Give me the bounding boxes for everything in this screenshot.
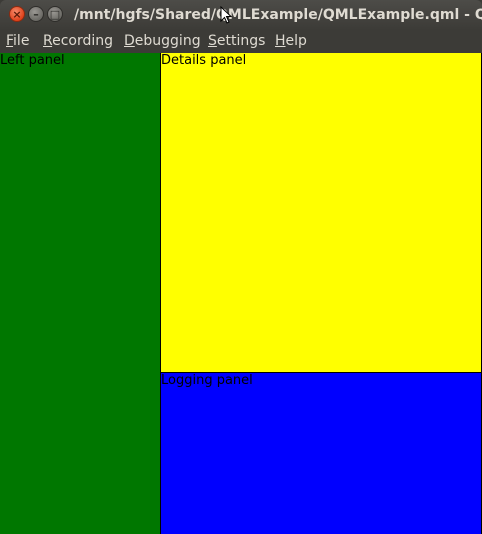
menu-file-label: ile — [13, 33, 30, 49]
window-title: /mnt/hgfs/Shared/QMLExample/QMLExample.q… — [74, 7, 482, 23]
content-area: Left panel Details panel Logging panel — [0, 53, 482, 534]
minimize-window-button[interactable]: – — [28, 6, 44, 22]
logging-panel: Logging panel — [161, 373, 481, 534]
minimize-icon: – — [33, 8, 39, 21]
menu-debugging-label: ebugging — [134, 33, 201, 49]
mouse-pointer-icon — [220, 6, 232, 24]
menu-help[interactable]: Help — [275, 32, 307, 50]
application-window: × – □ /mnt/hgfs/Shared/QMLExample/QMLExa… — [0, 0, 482, 534]
menu-bar: File Recording Debugging Settings Help — [0, 30, 482, 53]
menu-debugging[interactable]: Debugging — [124, 32, 201, 50]
menu-settings[interactable]: Settings — [208, 32, 265, 50]
menu-settings-label: ettings — [216, 33, 266, 49]
menu-help-label: elp — [285, 33, 307, 49]
close-icon: × — [12, 8, 22, 21]
logging-panel-label: Logging panel — [161, 373, 253, 388]
menu-file-mnemonic: F — [6, 33, 14, 49]
details-panel: Details panel — [161, 53, 481, 372]
maximize-icon: □ — [49, 8, 61, 21]
details-panel-label: Details panel — [161, 53, 247, 68]
menu-recording[interactable]: Recording — [43, 32, 113, 50]
menu-help-mnemonic: H — [275, 33, 286, 49]
title-bar[interactable]: × – □ /mnt/hgfs/Shared/QMLExample/QMLExa… — [0, 0, 482, 30]
close-window-button[interactable]: × — [9, 6, 25, 22]
menu-file[interactable]: File — [6, 32, 29, 50]
left-panel: Left panel — [0, 53, 160, 534]
menu-settings-mnemonic: S — [208, 33, 217, 49]
left-panel-label: Left panel — [0, 53, 65, 68]
maximize-window-button[interactable]: □ — [47, 6, 63, 22]
menu-debugging-mnemonic: D — [124, 33, 135, 49]
menu-recording-mnemonic: R — [43, 33, 53, 49]
menu-recording-label: ecording — [52, 33, 114, 49]
